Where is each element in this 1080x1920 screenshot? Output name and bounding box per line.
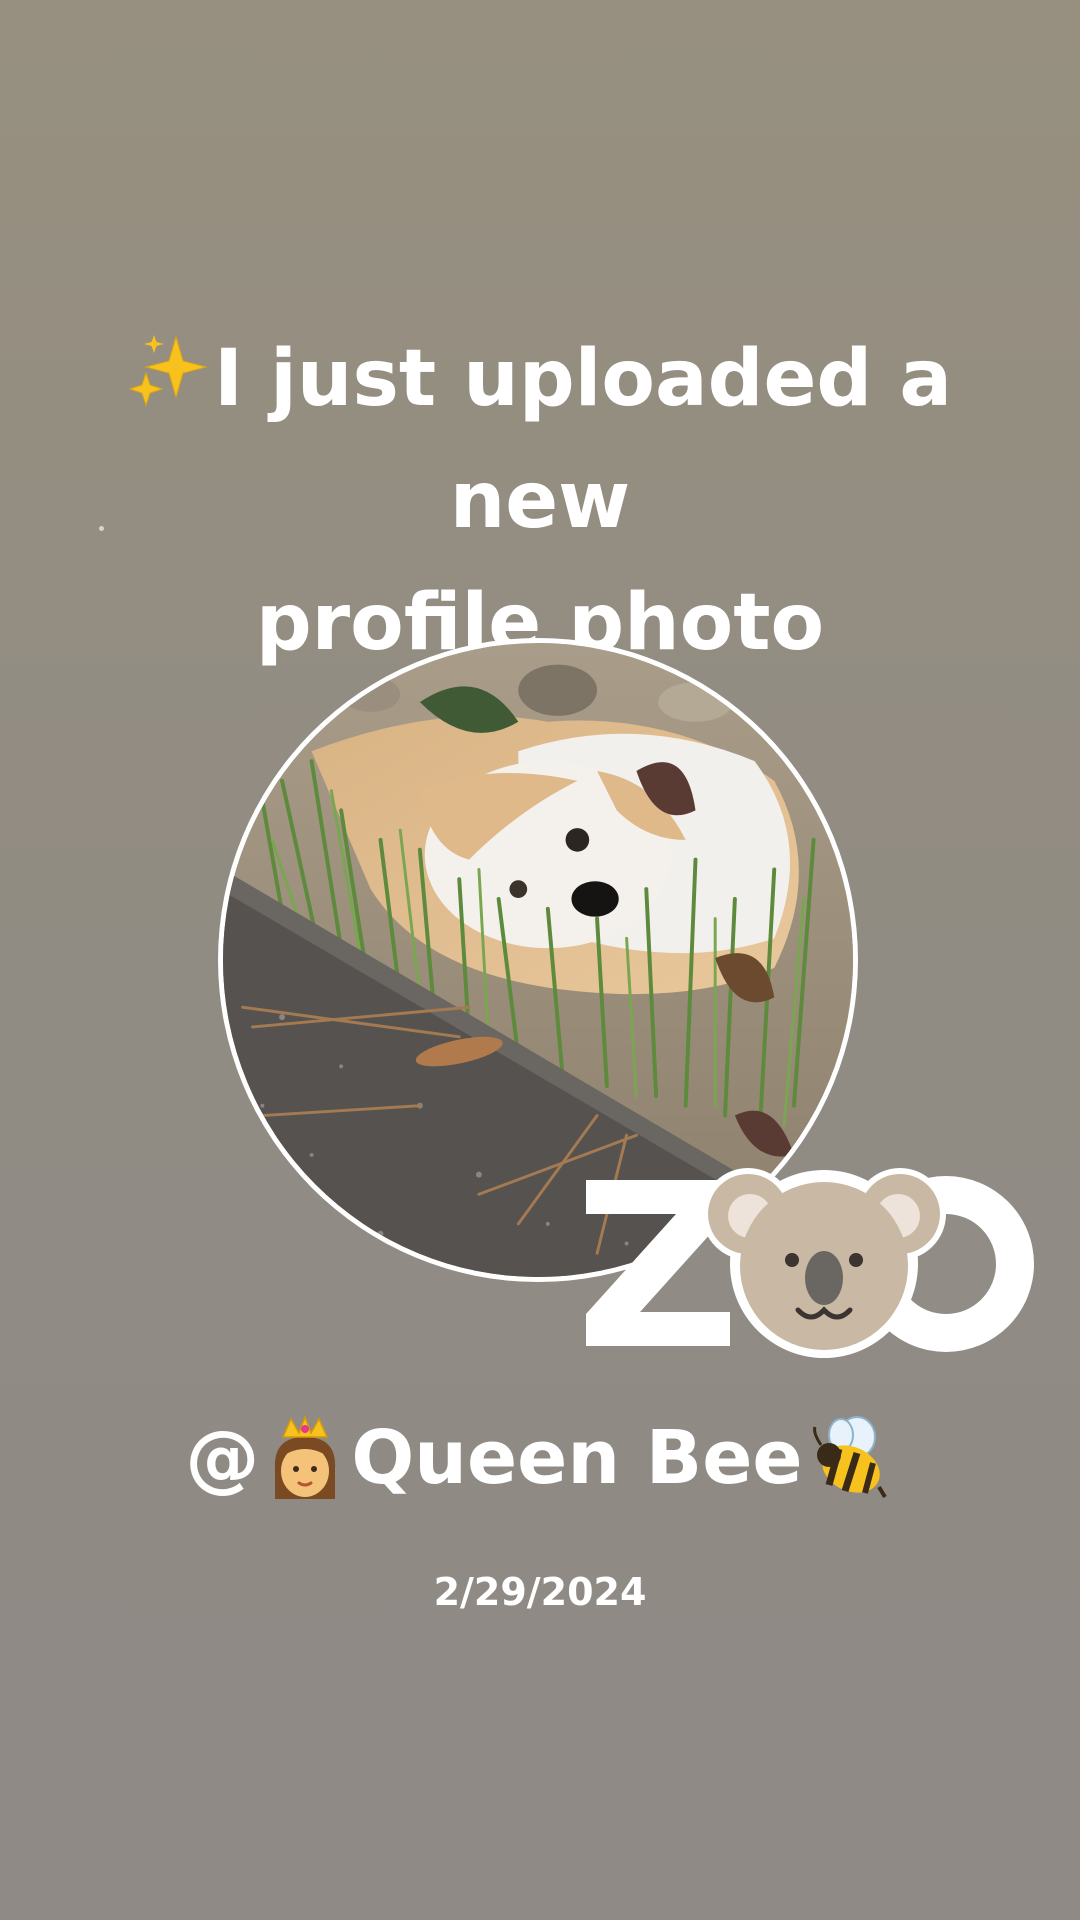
dust-speck bbox=[99, 526, 104, 531]
post-date: 2/29/2024 bbox=[433, 1570, 647, 1614]
headline-line-1: I just uploaded a new bbox=[214, 334, 952, 546]
headline: I just uploaded a new profile photo bbox=[60, 318, 1020, 684]
at-sign: @ bbox=[185, 1415, 260, 1501]
sparkles-icon bbox=[128, 324, 208, 407]
handle-name: Queen Bee bbox=[351, 1415, 803, 1501]
username-handle[interactable]: @ Queen Bee bbox=[0, 1408, 1080, 1508]
zoo-logo bbox=[580, 1160, 1040, 1360]
princess-icon bbox=[267, 1414, 343, 1501]
bee-icon bbox=[811, 1415, 887, 1501]
